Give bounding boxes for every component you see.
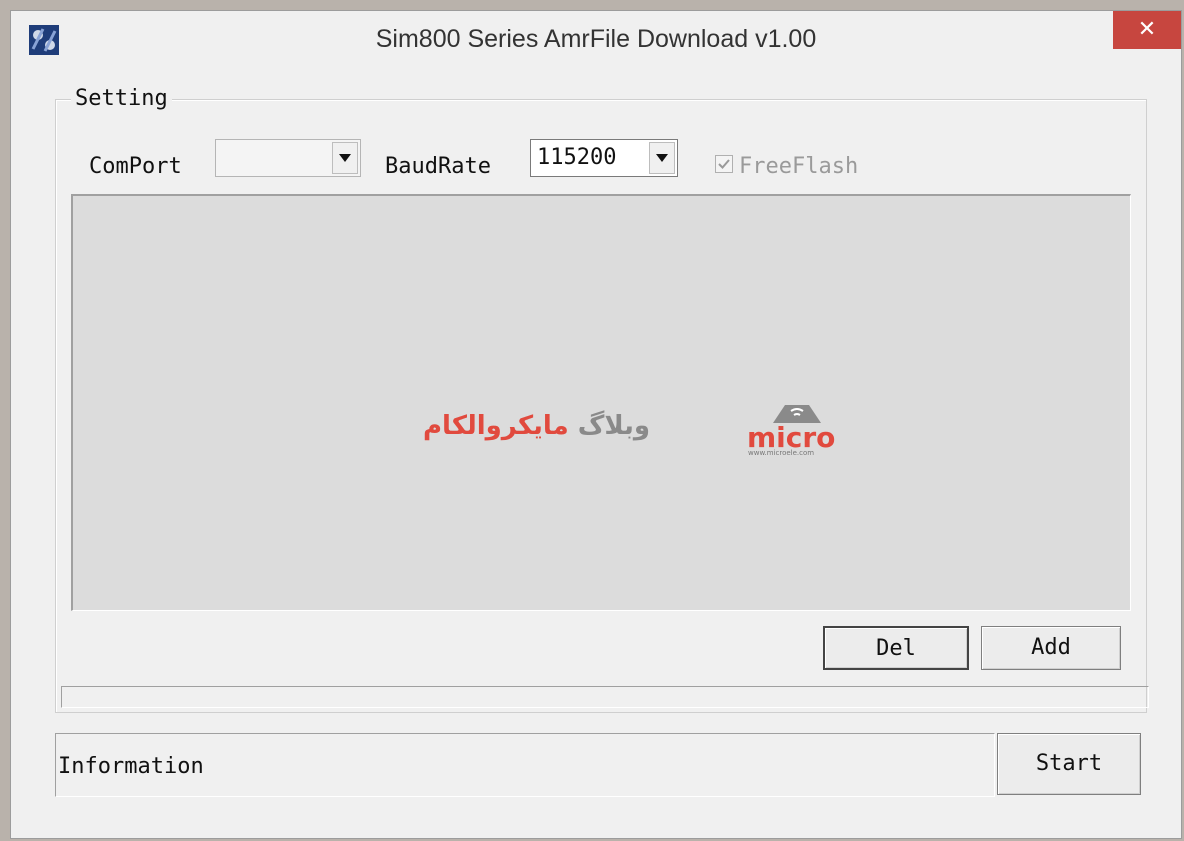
amr-file-list[interactable]: وبلاگ مایکروالکام micro www.microele.com <box>71 194 1131 611</box>
close-icon: ✕ <box>1137 17 1157 42</box>
chevron-down-icon <box>339 154 351 162</box>
comport-label: ComPort <box>89 154 182 179</box>
baudrate-select[interactable]: 115200 <box>530 139 678 177</box>
watermark-text-red: مایکروالکام <box>423 411 569 441</box>
window-title: Sim800 Series AmrFile Download v1.00 <box>375 25 817 53</box>
add-button[interactable]: Add <box>981 626 1121 670</box>
comport-select[interactable] <box>215 139 361 177</box>
freeflash-checkbox[interactable] <box>715 155 733 173</box>
app-window: Sim800 Series AmrFile Download v1.00 ✕ S… <box>10 10 1182 839</box>
download-progress-bar <box>61 686 1149 708</box>
setting-group-label: Setting <box>71 86 172 111</box>
baudrate-dropdown-button[interactable] <box>649 142 675 174</box>
title-bar[interactable]: Sim800 Series AmrFile Download v1.00 ✕ <box>11 11 1181 67</box>
baudrate-value: 115200 <box>537 145 617 170</box>
comport-dropdown-button[interactable] <box>332 142 358 174</box>
del-button[interactable]: Del <box>823 626 969 670</box>
information-text: Information <box>58 754 204 779</box>
check-icon <box>718 159 730 169</box>
start-button[interactable]: Start <box>997 733 1141 795</box>
chevron-down-icon <box>656 154 668 162</box>
watermark: وبلاگ مایکروالکام micro www.microele.com <box>423 401 835 461</box>
watermark-url: www.microele.com <box>748 449 815 457</box>
information-box: Information <box>55 733 995 797</box>
baudrate-label: BaudRate <box>385 154 491 179</box>
freeflash-label: FreeFlash <box>739 154 859 179</box>
close-button[interactable]: ✕ <box>1113 11 1181 49</box>
watermark-text-gray: وبلاگ <box>577 411 651 441</box>
